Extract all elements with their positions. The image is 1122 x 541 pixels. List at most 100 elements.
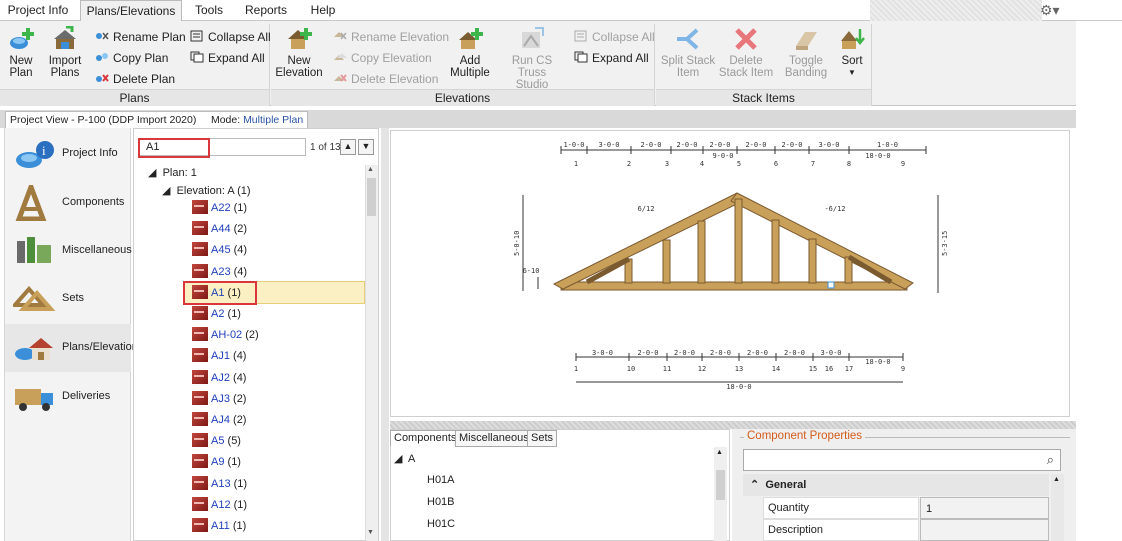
nav-plans-elevations-label: Plans/Elevations xyxy=(62,341,144,353)
panel-splitter[interactable] xyxy=(381,128,389,541)
tree-item[interactable]: AJ4 (2) xyxy=(192,412,246,430)
ribbon-group-plans: New Plan Import Plans Rename Plan Copy P… xyxy=(0,24,271,106)
nav-plans-elevations[interactable]: Plans/Elevations xyxy=(5,324,143,372)
description-field[interactable] xyxy=(920,519,1049,541)
tab-miscellaneous[interactable]: Miscellaneous xyxy=(455,430,533,447)
nav-deliveries[interactable]: Deliveries xyxy=(5,373,131,421)
ribbon-group-elevations: New Elevation Rename Elevation Copy Elev… xyxy=(271,24,655,106)
components-scrollbar-thumb[interactable] xyxy=(716,470,725,500)
top-dimension-label: 1-0-0 xyxy=(563,141,584,149)
sort-button[interactable]: Sort ▼ xyxy=(836,26,868,79)
menu-project-info[interactable]: Project Info xyxy=(0,0,76,21)
tree-item-count: (4) xyxy=(233,265,248,278)
tree-item[interactable]: A45 (4) xyxy=(192,242,247,260)
miscellaneous-icon xyxy=(13,233,57,269)
tree-item[interactable]: A12 (1) xyxy=(192,496,247,515)
tree-scrollbar[interactable] xyxy=(365,165,378,541)
panel-number: 14 xyxy=(772,365,780,373)
tree-item-count: (2) xyxy=(233,223,248,236)
elevations-collapse-all-button[interactable]: Collapse All xyxy=(574,28,655,47)
copy-elevation-button[interactable]: Copy Elevation xyxy=(333,49,432,68)
tree-item[interactable]: A11 (1) xyxy=(192,518,246,536)
nav-project-info[interactable]: i Project Info xyxy=(5,130,131,178)
run-cs-truss-studio-button[interactable]: Run CS Truss Studio xyxy=(501,26,563,91)
scroll-up-icon[interactable]: ▲ xyxy=(1053,476,1060,483)
tree-item[interactable]: A13 (1) xyxy=(192,475,247,494)
tree-item[interactable]: AH-02 (2) xyxy=(192,327,259,345)
tab-components[interactable]: Components xyxy=(390,430,461,447)
component-row[interactable]: H01A xyxy=(427,474,455,486)
component-group-node[interactable]: ◢ A xyxy=(394,452,415,465)
bottom-dimension-label: 3-0-0 xyxy=(820,349,841,357)
copy-plan-button[interactable]: Copy Plan xyxy=(95,49,168,68)
tree-item[interactable]: AJ3 (2) xyxy=(192,390,246,409)
menu-reports[interactable]: Reports xyxy=(238,0,294,21)
deliveries-truck-icon xyxy=(13,379,57,415)
rename-plan-button[interactable]: Rename Plan xyxy=(95,28,186,47)
project-view-tab[interactable]: Project View - P-100 (DDP Import 2020) M… xyxy=(5,111,309,128)
tree-item[interactable]: A5 (5) xyxy=(192,433,241,451)
tree-scrollbar-thumb[interactable] xyxy=(367,178,376,216)
delete-plan-button[interactable]: Delete Plan xyxy=(95,70,175,89)
scroll-up-icon[interactable]: ▲ xyxy=(367,166,374,173)
scroll-down-icon[interactable]: ▼ xyxy=(367,529,374,536)
top-dimension-label: 2-0-0 xyxy=(640,141,661,149)
component-row[interactable]: H01C xyxy=(427,518,455,530)
add-multiple-button[interactable]: Add Multiple xyxy=(447,26,493,79)
tree-item[interactable]: AJ1 (4) xyxy=(192,348,246,366)
delete-stack-item-button[interactable]: Delete Stack Item xyxy=(718,26,774,79)
sort-dropdown-arrow-icon[interactable]: ▼ xyxy=(836,67,868,79)
project-view-title: Project View - P-100 (DDP Import 2020) xyxy=(10,114,197,126)
truss-drawing-viewer[interactable]: 1-0-0 3-0-0 2-0-0 2-0-0 2-0-0 2-0-0 2-0-0 3-0-0… xyxy=(390,130,1070,417)
tree-elevation-node[interactable]: ◢ Elevation: A (1) xyxy=(162,184,251,197)
tree-item[interactable]: AJ2 (4) xyxy=(192,369,246,388)
tree-item-name: A22 xyxy=(211,202,231,214)
bearing-marker xyxy=(827,281,835,289)
delete-elevation-button[interactable]: Delete Elevation xyxy=(333,70,438,89)
tree-item[interactable]: A44 (2) xyxy=(192,221,247,239)
settings-gear-icon[interactable]: ⚙▾ xyxy=(1040,2,1060,19)
top-dimension-label: 2-0-0 xyxy=(676,141,697,149)
tab-sets[interactable]: Sets xyxy=(527,430,558,447)
lower-panel-divider[interactable] xyxy=(390,421,1076,429)
new-elevation-button[interactable]: New Elevation xyxy=(275,26,323,79)
properties-search-input[interactable]: ⌕ xyxy=(743,449,1061,471)
expand-triangle-icon: ◢ xyxy=(394,453,403,465)
nav-sets[interactable]: Sets xyxy=(5,275,131,323)
rename-elevation-label: Rename Elevation xyxy=(351,30,450,44)
ribbon-group-stack-items: Split Stack Item Delete Stack Item Toggl… xyxy=(656,24,872,106)
toggle-banding-button[interactable]: Toggle Banding xyxy=(778,26,834,79)
menu-help[interactable]: Help xyxy=(304,0,342,21)
next-match-button[interactable]: ▼ xyxy=(358,139,374,155)
new-plan-button[interactable]: New Plan xyxy=(4,26,38,79)
tree-item[interactable]: A2 (1) xyxy=(192,306,241,324)
elevations-expand-all-button[interactable]: Expand All xyxy=(574,49,649,68)
plans-expand-all-button[interactable]: Expand All xyxy=(190,49,265,68)
tree-plan-node[interactable]: ◢ Plan: 1 xyxy=(148,166,197,179)
collapse-icon xyxy=(574,29,588,42)
properties-scrollbar[interactable] xyxy=(1051,474,1064,541)
component-properties-title: Component Properties xyxy=(744,430,866,442)
import-plans-button[interactable]: Import Plans xyxy=(45,25,85,79)
bottom-chord xyxy=(560,281,908,291)
plans-group-label: Plans xyxy=(0,89,269,106)
tree-item[interactable]: A23 (4) xyxy=(192,263,248,282)
split-stack-item-button[interactable]: Split Stack Item xyxy=(660,26,716,79)
component-row[interactable]: H01B xyxy=(427,496,455,508)
scroll-up-icon[interactable]: ▲ xyxy=(716,449,723,456)
menu-tools[interactable]: Tools xyxy=(186,0,232,21)
nav-components[interactable]: Components xyxy=(5,179,131,227)
tree-item-name: A2 xyxy=(211,308,225,320)
nav-miscellaneous[interactable]: Miscellaneous xyxy=(5,227,132,275)
tree-item[interactable]: A22 (1) xyxy=(192,200,247,218)
panel-number: 10 xyxy=(627,365,635,373)
collapse-all-label: Collapse All xyxy=(592,30,655,44)
quantity-field[interactable] xyxy=(920,497,1049,519)
menu-plans-elevations[interactable]: Plans/Elevations xyxy=(80,0,182,22)
previous-match-button[interactable]: ▲ xyxy=(340,139,356,155)
delete-plan-label: Delete Plan xyxy=(113,72,176,86)
tree-item[interactable]: A9 (1) xyxy=(192,454,241,472)
copy-icon xyxy=(95,50,109,62)
rename-elevation-button[interactable]: Rename Elevation xyxy=(333,28,449,47)
plans-collapse-all-button[interactable]: Collapse All xyxy=(190,28,271,47)
